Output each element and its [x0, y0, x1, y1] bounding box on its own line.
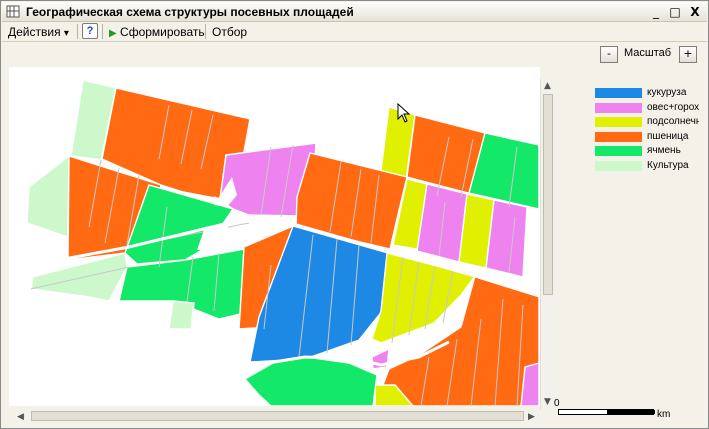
generate-label: Сформировать — [120, 25, 205, 39]
map-legend: кукуруза овес+горох подсолнечник пшеница… — [595, 87, 700, 175]
legend-swatch — [595, 131, 642, 142]
vertical-scroll-thumb[interactable] — [543, 94, 553, 295]
legend-item: овес+горох — [595, 102, 700, 117]
legend-label: овес+горох — [647, 101, 699, 113]
mouse-cursor-icon — [397, 103, 411, 123]
zoom-out-button[interactable]: - — [600, 46, 618, 63]
field-map[interactable] — [9, 67, 540, 406]
legend-label: ячмень — [647, 145, 681, 157]
legend-item: пшеница — [595, 131, 700, 146]
legend-label: пшеница — [647, 130, 689, 142]
scale-bar — [558, 409, 655, 415]
scroll-up-icon[interactable]: ▲ — [544, 81, 551, 91]
app-window: Географическая схема структуры посевных … — [0, 0, 709, 429]
legend-item: кукуруза — [595, 87, 700, 102]
app-icon — [6, 5, 20, 18]
window-title: Географическая схема структуры посевных … — [26, 5, 354, 19]
actions-menu[interactable]: Действия ▾ — [8, 24, 69, 40]
field-culture[interactable] — [168, 300, 195, 330]
scale-unit-label: km — [657, 409, 671, 420]
toolbar-separator — [102, 24, 103, 39]
zoom-label: Масштаб — [624, 47, 672, 59]
horizontal-scroll-thumb[interactable] — [31, 411, 524, 421]
field-culture[interactable] — [26, 154, 70, 238]
minimize-button[interactable]: _ — [648, 5, 664, 19]
legend-label: кукуруза — [647, 87, 687, 98]
zoom-in-button[interactable]: + — [679, 46, 697, 63]
legend-item: подсолнечник — [595, 116, 700, 131]
legend-swatch — [595, 102, 642, 113]
zoom-panel: - Масштаб + — [2, 42, 707, 67]
legend-swatch — [595, 160, 642, 171]
horizontal-scrollbar[interactable]: ◀ ▶ — [15, 410, 540, 423]
field-culture[interactable] — [30, 252, 128, 302]
chevron-down-icon: ▾ — [63, 28, 69, 39]
toolbar: Действия ▾ ? ▶ Сформировать Отбор — [2, 22, 707, 42]
close-button[interactable]: X — [687, 5, 703, 19]
legend-label: подсолнечник — [647, 116, 699, 128]
toolbar-separator — [77, 24, 78, 39]
legend-swatch — [595, 117, 642, 128]
map-viewport[interactable] — [9, 67, 540, 406]
scroll-left-icon[interactable]: ◀ — [17, 412, 24, 422]
scroll-right-icon[interactable]: ▶ — [528, 412, 535, 422]
field-oats-peas[interactable] — [485, 199, 528, 278]
generate-button[interactable]: ▶ Сформировать — [109, 24, 205, 40]
legend-swatch — [595, 146, 642, 157]
help-button[interactable]: ? — [82, 23, 98, 39]
maximize-button[interactable]: □ — [667, 5, 683, 19]
legend-label: Культура — [647, 159, 689, 171]
title-bar: Географическая схема структуры посевных … — [2, 2, 707, 22]
legend-swatch — [595, 88, 642, 98]
vertical-scrollbar[interactable]: ▲ ▼ — [540, 79, 556, 410]
toolbar-separator — [205, 24, 206, 39]
scroll-down-icon[interactable]: ▼ — [544, 397, 551, 407]
play-icon: ▶ — [109, 28, 117, 39]
filter-button[interactable]: Отбор — [212, 24, 247, 40]
legend-item: Культура — [595, 160, 700, 175]
actions-label: Действия — [8, 25, 61, 39]
legend-item: ячмень — [595, 145, 700, 160]
scale-zero-label: 0 — [554, 398, 560, 409]
